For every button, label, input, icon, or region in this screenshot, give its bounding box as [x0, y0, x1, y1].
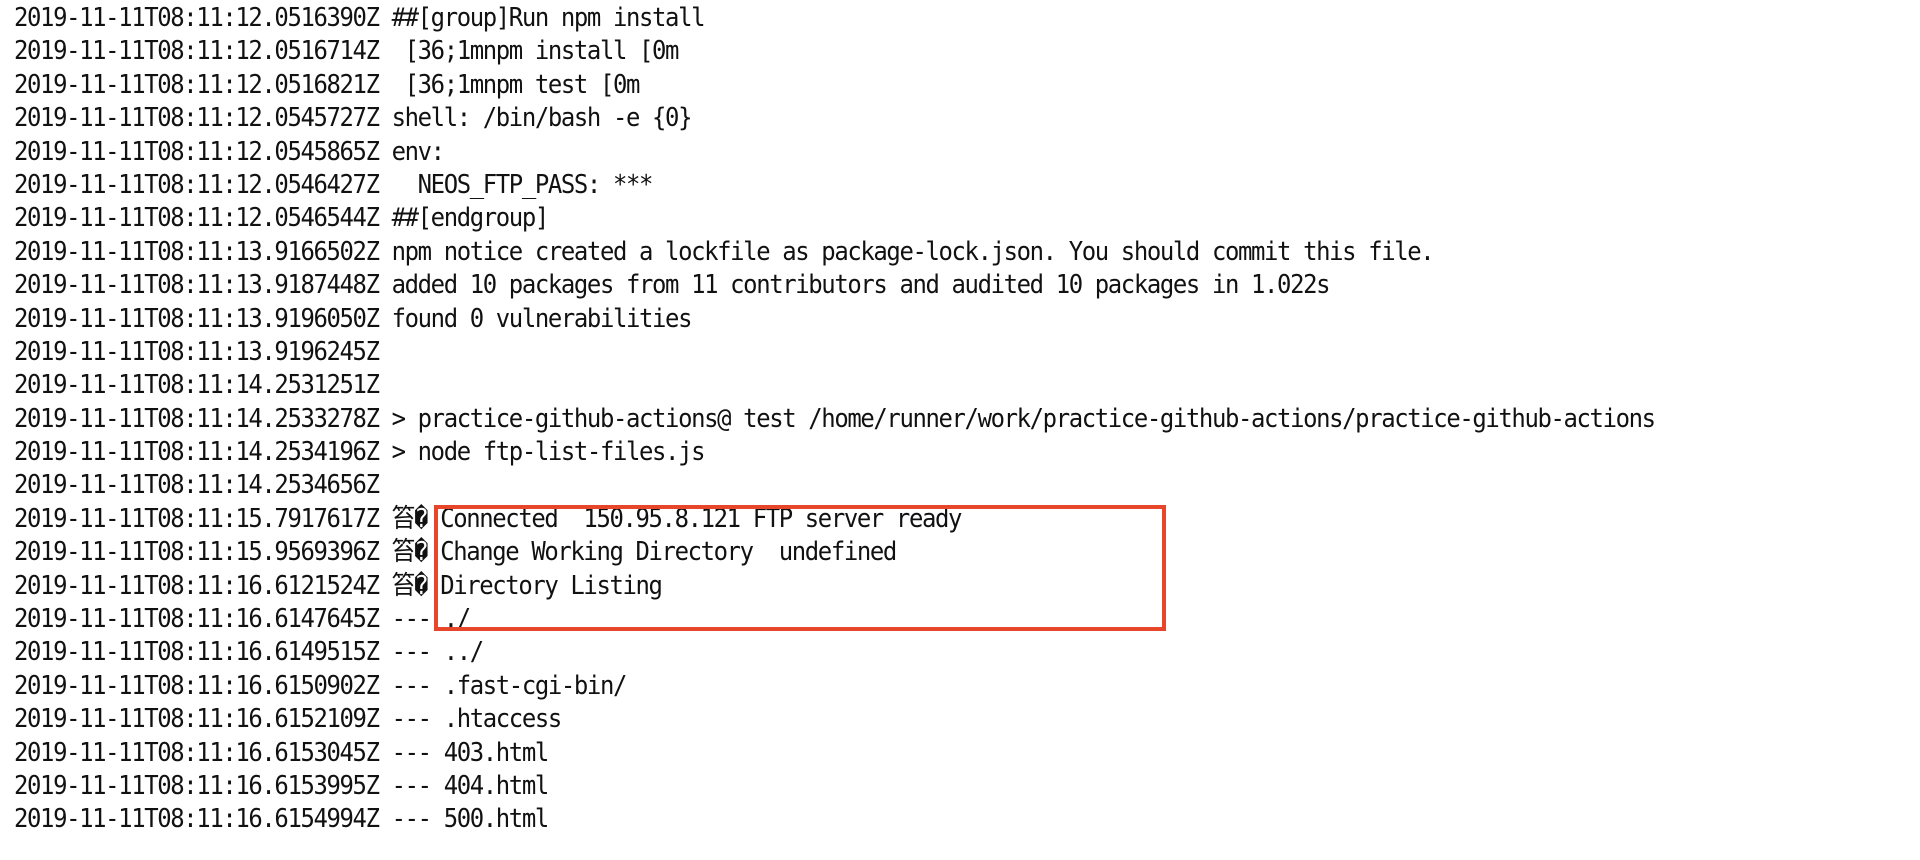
log-timestamp: 2019-11-11T08:11:13.9187448Z	[14, 270, 380, 301]
log-timestamp: 2019-11-11T08:11:16.6149515Z	[14, 637, 380, 668]
log-line: 2019-11-11T08:11:13.9166502Z npm notice …	[14, 236, 1762, 269]
log-timestamp: 2019-11-11T08:11:16.6150902Z	[14, 670, 380, 701]
log-timestamp: 2019-11-11T08:11:16.6121524Z	[14, 570, 380, 601]
log-line: 2019-11-11T08:11:12.0516821Z [36;1mnpm t…	[14, 69, 1762, 102]
log-message: added 10 packages from 11 contributors a…	[391, 270, 1331, 301]
log-line: 2019-11-11T08:11:14.2533278Z > practice-…	[14, 403, 1762, 436]
log-timestamp: 2019-11-11T08:11:16.6153045Z	[14, 737, 380, 768]
log-timestamp: 2019-11-11T08:11:14.2534196Z	[14, 437, 380, 468]
log-timestamp: 2019-11-11T08:11:12.0545865Z	[14, 136, 380, 167]
log-output: 2019-11-11T08:11:12.0516390Z ##[group]Ru…	[14, 2, 1914, 837]
log-line: 2019-11-11T08:11:14.2534196Z > node ftp-…	[14, 436, 1762, 469]
log-message: --- 404.html	[391, 770, 550, 801]
log-line: 2019-11-11T08:11:12.0516390Z ##[group]Ru…	[14, 2, 1762, 35]
log-line: 2019-11-11T08:11:12.0546544Z ##[endgroup…	[14, 202, 1762, 235]
log-timestamp: 2019-11-11T08:11:13.9196050Z	[14, 303, 380, 334]
log-message: --- .htaccess	[391, 704, 563, 735]
log-line: 2019-11-11T08:11:16.6150902Z --- .fast-c…	[14, 670, 1762, 703]
log-timestamp: 2019-11-11T08:11:14.2534656Z	[14, 470, 380, 501]
log-message: shell: /bin/bash -e {0}	[391, 103, 693, 134]
log-timestamp: 2019-11-11T08:11:16.6152109Z	[14, 704, 380, 735]
log-message: --- ../	[391, 637, 485, 668]
log-timestamp: 2019-11-11T08:11:12.0546427Z	[14, 169, 380, 200]
log-timestamp: 2019-11-11T08:11:15.7917617Z	[14, 503, 380, 534]
log-message: --- .fast-cgi-bin/	[391, 670, 628, 701]
log-timestamp: 2019-11-11T08:11:14.2531251Z	[14, 370, 380, 401]
log-line: 2019-11-11T08:11:16.6149515Z --- ../	[14, 636, 1762, 669]
log-line: 2019-11-11T08:11:12.0516714Z [36;1mnpm i…	[14, 35, 1762, 68]
log-message: --- 500.html	[391, 804, 550, 835]
log-timestamp: 2019-11-11T08:11:12.0545727Z	[14, 103, 380, 134]
log-timestamp: 2019-11-11T08:11:13.9166502Z	[14, 236, 380, 267]
log-message: 笞� Directory Listing	[391, 570, 663, 601]
log-message: [36;1mnpm install [0m	[391, 36, 680, 67]
log-line: 2019-11-11T08:11:16.6121524Z 笞� Director…	[14, 570, 1762, 603]
log-message: ##[group]Run npm install	[391, 3, 706, 33]
log-line: 2019-11-11T08:11:12.0545865Z env:	[14, 136, 1762, 169]
log-line: 2019-11-11T08:11:16.6153045Z --- 403.htm…	[14, 737, 1762, 770]
log-message: > practice-github-actions@ test /home/ru…	[391, 403, 1656, 434]
log-message: --- 403.html	[391, 737, 550, 768]
log-message: env:	[391, 136, 445, 167]
log-line: 2019-11-11T08:11:13.9196245Z	[14, 336, 1762, 369]
log-line: 2019-11-11T08:11:13.9196050Z found 0 vul…	[14, 303, 1762, 336]
log-timestamp: 2019-11-11T08:11:14.2533278Z	[14, 403, 380, 434]
log-timestamp: 2019-11-11T08:11:13.9196245Z	[14, 336, 380, 367]
log-message: [36;1mnpm test [0m	[391, 69, 641, 100]
log-message: --- ./	[391, 604, 472, 635]
log-message: found 0 vulnerabilities	[391, 303, 693, 334]
log-line: 2019-11-11T08:11:12.0545727Z shell: /bin…	[14, 102, 1762, 135]
log-message: NEOS_FTP_PASS: ***	[391, 169, 654, 200]
log-line: 2019-11-11T08:11:16.6154994Z --- 500.htm…	[14, 803, 1762, 836]
log-line: 2019-11-11T08:11:12.0546427Z NEOS_FTP_PA…	[14, 169, 1762, 202]
log-line: 2019-11-11T08:11:16.6152109Z --- .htacce…	[14, 703, 1762, 736]
log-timestamp: 2019-11-11T08:11:12.0546544Z	[14, 203, 380, 234]
log-timestamp: 2019-11-11T08:11:16.6154994Z	[14, 804, 380, 835]
log-message: > node ftp-list-files.js	[391, 437, 706, 468]
log-timestamp: 2019-11-11T08:11:12.0516390Z	[14, 3, 380, 33]
log-line: 2019-11-11T08:11:16.6153995Z --- 404.htm…	[14, 770, 1762, 803]
log-line: 2019-11-11T08:11:13.9187448Z added 10 pa…	[14, 269, 1762, 302]
log-message: ##[endgroup]	[391, 203, 550, 234]
log-line: 2019-11-11T08:11:14.2534656Z	[14, 469, 1762, 502]
log-line: 2019-11-11T08:11:15.9569396Z 笞� Change W…	[14, 536, 1762, 569]
log-line: 2019-11-11T08:11:14.2531251Z	[14, 369, 1762, 402]
log-timestamp: 2019-11-11T08:11:12.0516821Z	[14, 69, 380, 100]
log-message: 笞� Change Working Directory undefined	[391, 537, 898, 568]
log-timestamp: 2019-11-11T08:11:16.6147645Z	[14, 604, 380, 635]
log-timestamp: 2019-11-11T08:11:16.6153995Z	[14, 770, 380, 801]
log-line: 2019-11-11T08:11:16.6147645Z --- ./	[14, 603, 1762, 636]
log-timestamp: 2019-11-11T08:11:12.0516714Z	[14, 36, 380, 67]
log-line: 2019-11-11T08:11:15.7917617Z 笞� Connecte…	[14, 503, 1762, 536]
log-message: npm notice created a lockfile as package…	[391, 236, 1435, 267]
log-timestamp: 2019-11-11T08:11:15.9569396Z	[14, 537, 380, 568]
log-message: 笞� Connected 150.95.8.121 FTP server rea…	[391, 503, 963, 534]
